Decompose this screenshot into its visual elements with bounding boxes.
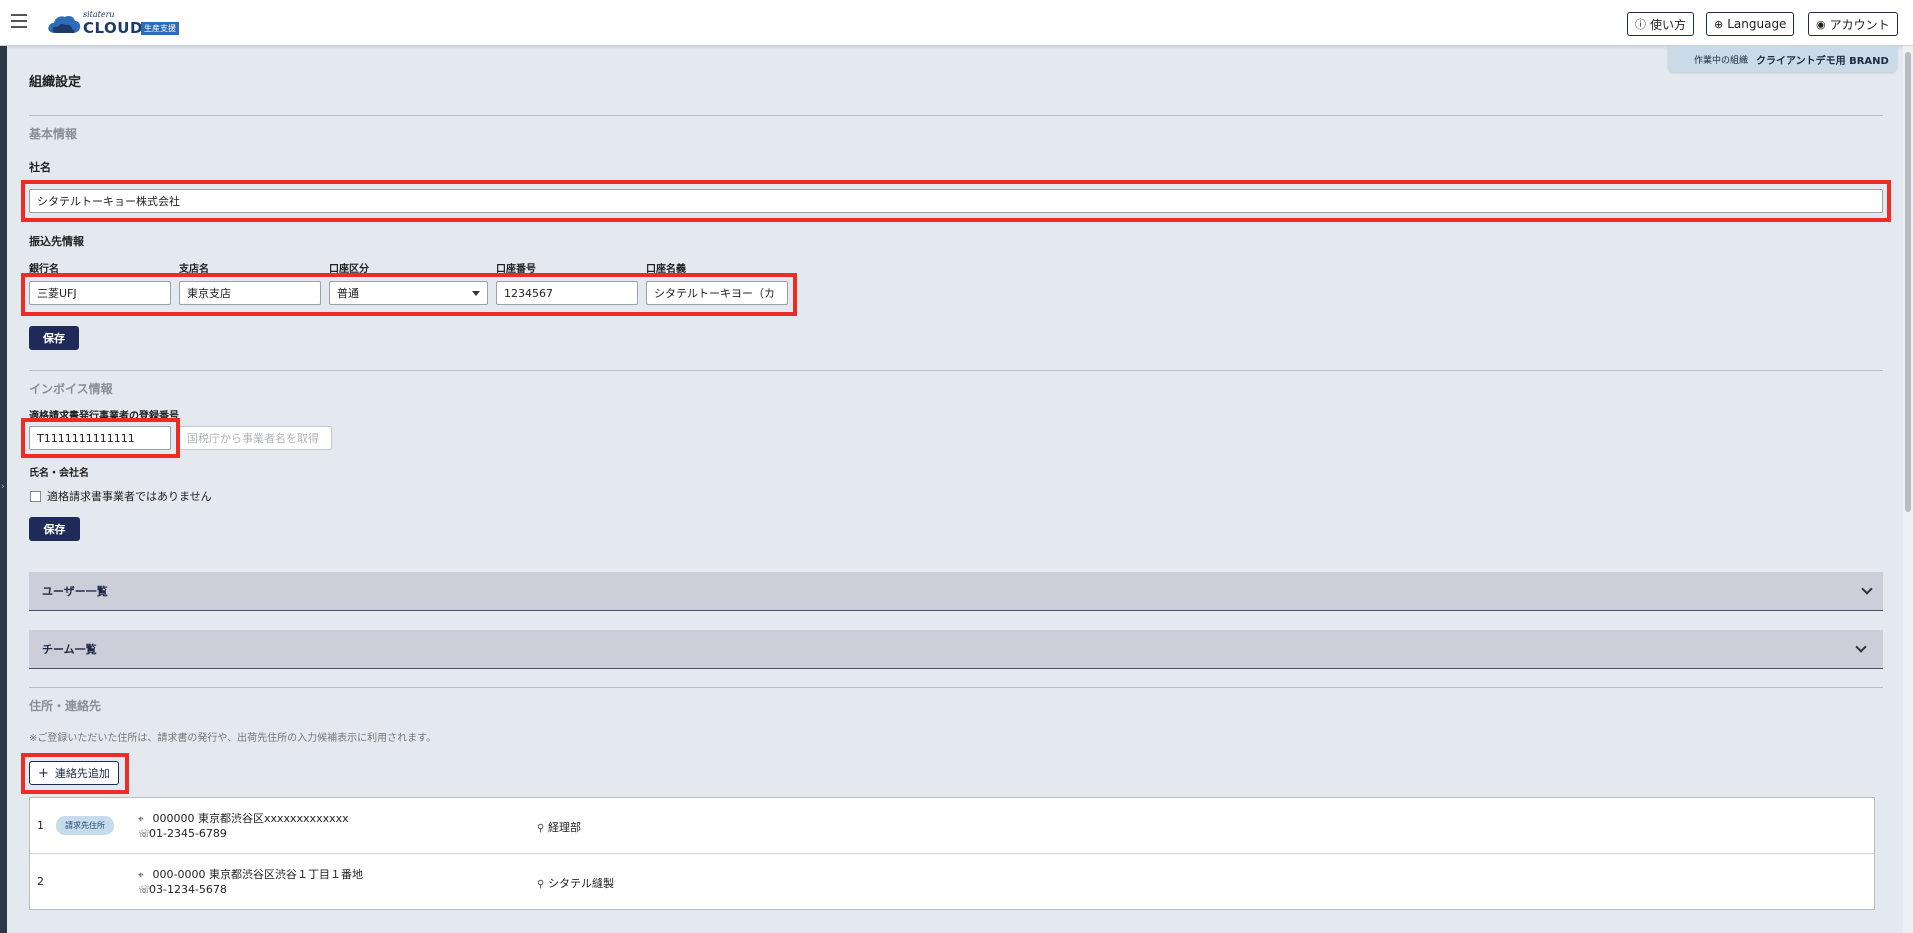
current-org-label: 作業中の組織 (1694, 55, 1749, 66)
logo-main-text: CLOUD (83, 19, 143, 37)
cloud-logo-icon (48, 16, 81, 33)
top-bar: sitateru CLOUD 生産支援 ⓘ 使い方 ⊕ Language ◉ ア… (0, 0, 1913, 46)
divider (29, 115, 1883, 116)
bank-name-input[interactable] (29, 281, 171, 305)
phone-value: 03-1234-5678 (149, 883, 227, 896)
caret-down-icon (472, 291, 480, 296)
person-icon: ⚲ (537, 879, 545, 890)
help-button[interactable]: ⓘ 使い方 (1627, 12, 1695, 36)
chevron-down-icon (1861, 583, 1873, 595)
save-invoice-button[interactable]: 保存 (29, 517, 80, 541)
current-org-tab[interactable]: 作業中の組織 クライアントデモ用 BRAND (1668, 46, 1897, 72)
language-button-label: Language (1727, 17, 1787, 31)
phone-value: 01-2345-6789 (149, 827, 227, 840)
checkbox-box[interactable] (30, 490, 41, 502)
row-number: 2 (37, 875, 44, 888)
branch-name-input[interactable] (179, 281, 321, 305)
not-registered-label: 適格請求書事業者ではありません (47, 490, 212, 503)
save-bank-button[interactable]: 保存 (29, 326, 79, 350)
teams-accordion-label: チーム一覧 (42, 643, 97, 656)
table-row[interactable]: 1 請求先住所 ⌖ 000000 東京都渋谷区xxxxxxxxxxxxx ☏01… (30, 798, 1874, 854)
location-pin-icon: ⌖ (138, 870, 144, 881)
account-number-input[interactable] (496, 281, 638, 305)
invoice-reg-number-input[interactable] (29, 426, 171, 450)
row-number: 1 (37, 819, 44, 832)
invoice-info-title: インボイス情報 (29, 382, 113, 396)
users-accordion[interactable]: ユーザー一覧 (29, 572, 1883, 611)
contact-person: ⚲ 経理部 (537, 819, 581, 835)
side-drawer-handle[interactable]: › (0, 46, 7, 933)
person-icon: ⚲ (537, 823, 545, 834)
account-number-label: 口座番号 (496, 264, 536, 275)
address-text: ⌖ 000-0000 東京都渋谷区渋谷１丁目１番地 (138, 866, 363, 882)
address-value: 000000 東京都渋谷区xxxxxxxxxxxxx (152, 812, 349, 825)
account-button[interactable]: ◉ アカウント (1808, 12, 1898, 36)
contact-person: ⚲ シタテル縫製 (537, 875, 614, 891)
question-circle-icon: ⓘ (1635, 18, 1646, 31)
current-org-value: クライアントデモ用 BRAND (1756, 55, 1889, 67)
fetch-business-name-button[interactable]: 国税庁から事業者名を取得 (179, 426, 332, 450)
location-pin-icon: ⌖ (138, 814, 144, 825)
bank-name-label: 銀行名 (29, 264, 59, 275)
users-accordion-label: ユーザー一覧 (42, 585, 108, 598)
address-value: 000-0000 東京都渋谷区渋谷１丁目１番地 (152, 868, 363, 881)
globe-icon: ⊕ (1714, 17, 1724, 31)
address-note: ※ご登録いただいた住所は、請求書の発行や、出荷先住所の入力候補表示に利用されます… (29, 733, 437, 744)
phone-text: ☏01-2345-6789 (138, 827, 227, 840)
account-holder-label: 口座名義 (646, 264, 686, 275)
address-table: 1 請求先住所 ⌖ 000000 東京都渋谷区xxxxxxxxxxxxx ☏01… (29, 797, 1875, 910)
phone-icon: ☏ (138, 829, 151, 840)
chevron-down-icon (1855, 641, 1867, 653)
help-button-label: 使い方 (1650, 17, 1687, 32)
logo-sub-text: sitateru (83, 10, 115, 19)
branch-name-label: 支店名 (179, 264, 209, 275)
hamburger-menu-icon[interactable] (11, 14, 27, 28)
language-button[interactable]: ⊕ Language (1706, 12, 1795, 36)
account-button-label: アカウント (1829, 17, 1890, 32)
billing-address-badge: 請求先住所 (56, 816, 114, 835)
phone-icon: ☏ (138, 885, 151, 896)
account-type-value: 普通 (337, 287, 359, 300)
basic-info-title: 基本情報 (29, 127, 78, 141)
divider (29, 687, 1883, 688)
add-contact-label: 連絡先追加 (54, 767, 110, 780)
invoice-reg-number-label: 適格請求書発行事業者の登録番号 (29, 411, 179, 422)
account-type-select[interactable]: 普通 (329, 281, 488, 305)
scrollbar-thumb[interactable] (1905, 52, 1911, 512)
user-circle-icon: ◉ (1816, 17, 1826, 31)
company-name-input[interactable] (29, 189, 1883, 213)
address-text: ⌖ 000000 東京都渋谷区xxxxxxxxxxxxx (138, 810, 349, 826)
invoice-name-label: 氏名・会社名 (29, 468, 89, 479)
not-registered-checkbox[interactable]: 適格請求書事業者ではありません (30, 488, 212, 504)
table-row[interactable]: 2 ⌖ 000-0000 東京都渋谷区渋谷１丁目１番地 ☏03-1234-567… (30, 854, 1874, 910)
plus-icon: + (38, 765, 49, 781)
divider (29, 370, 1883, 371)
company-name-label: 社名 (29, 161, 51, 174)
add-contact-button[interactable]: + 連絡先追加 (29, 761, 119, 785)
address-section-title: 住所・連絡先 (29, 699, 102, 713)
account-holder-input[interactable] (646, 281, 788, 305)
account-type-label: 口座区分 (329, 264, 369, 275)
contact-person-value: 経理部 (548, 821, 581, 834)
teams-accordion[interactable]: チーム一覧 (29, 630, 1883, 669)
bank-info-label: 振込先情報 (29, 235, 84, 248)
page-title: 組織設定 (29, 75, 82, 90)
contact-person-value: シタテル縫製 (548, 877, 614, 890)
chevron-right-icon: › (1, 482, 5, 492)
phone-text: ☏03-1234-5678 (138, 883, 227, 896)
logo-badge: 生産支援 (141, 22, 179, 35)
